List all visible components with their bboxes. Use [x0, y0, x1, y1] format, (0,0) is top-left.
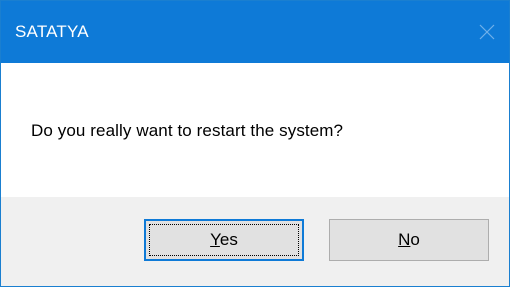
close-icon — [479, 24, 495, 40]
no-button[interactable]: No — [329, 219, 489, 261]
dialog-window: SATATYA Do you really want to restart th… — [0, 0, 510, 287]
yes-label-rest: es — [219, 230, 238, 249]
dialog-message: Do you really want to restart the system… — [31, 121, 344, 140]
button-bar: Yes No — [1, 197, 509, 286]
close-button[interactable] — [469, 15, 505, 49]
no-label-rest: o — [410, 230, 420, 249]
yes-button[interactable]: Yes — [144, 219, 304, 261]
title-bar[interactable]: SATATYA — [1, 1, 509, 63]
no-mnemonic: N — [398, 230, 411, 249]
window-title: SATATYA — [15, 22, 89, 41]
yes-mnemonic: Y — [210, 230, 220, 249]
dialog-content: Do you really want to restart the system… — [1, 63, 509, 197]
